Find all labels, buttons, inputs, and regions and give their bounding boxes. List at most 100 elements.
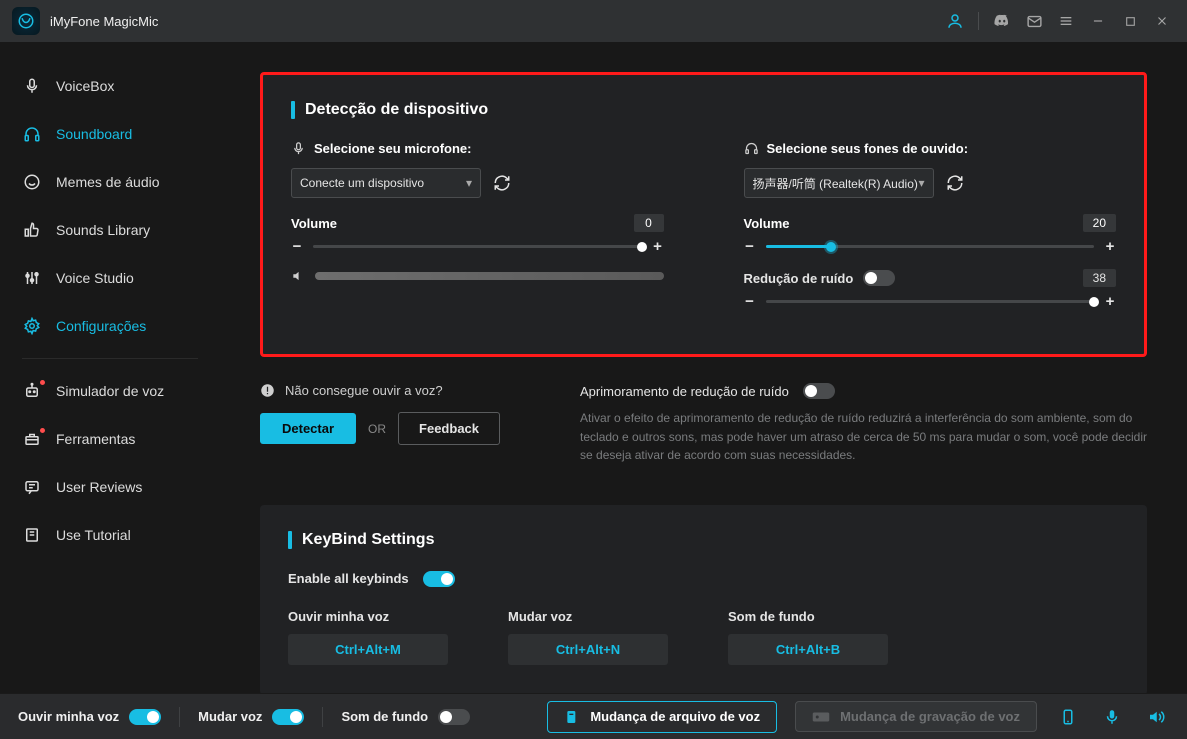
sidebar-label: Simulador de voz: [56, 383, 164, 399]
noise-increase[interactable]: +: [1104, 293, 1116, 310]
mic-select[interactable]: Conecte um dispositivo ▾: [291, 168, 481, 198]
hp-refresh-button[interactable]: [944, 172, 966, 194]
footer-hear-switch[interactable]: [129, 709, 161, 725]
file-voice-change-label: Mudança de arquivo de voz: [590, 709, 760, 724]
mail-icon[interactable]: [1021, 8, 1047, 34]
file-icon: [564, 709, 580, 725]
keybind-enable-label: Enable all keybinds: [288, 571, 409, 586]
sidebar-label: Soundboard: [56, 126, 132, 142]
enhance-header: Aprimoramento de redução de ruído: [580, 383, 1147, 399]
sidebar-item-simulator[interactable]: Simulador de voz: [0, 367, 220, 415]
maximize-icon[interactable]: [1117, 8, 1143, 34]
level-bar: [315, 272, 664, 280]
gear-icon: [22, 316, 42, 336]
keybind-key[interactable]: Ctrl+Alt+M: [288, 634, 448, 665]
hp-volume-slider[interactable]: [766, 245, 1095, 248]
file-voice-change-button[interactable]: Mudança de arquivo de voz: [547, 701, 777, 733]
record-voice-change-button[interactable]: Mudança de gravação de voz: [795, 701, 1037, 732]
sidebar-item-tutorial[interactable]: Use Tutorial: [0, 511, 220, 559]
thumbs-up-icon: [22, 220, 42, 240]
sidebar-label: Sounds Library: [56, 222, 150, 238]
hp-select[interactable]: 扬声器/听筒 (Realtek(R) Audio) ▾: [744, 168, 934, 198]
chevron-down-icon: ▾: [466, 176, 472, 190]
footer-sep: [322, 707, 323, 727]
hp-volume-increase[interactable]: +: [1104, 238, 1116, 255]
hp-volume-value: 20: [1083, 214, 1116, 232]
account-icon[interactable]: [942, 8, 968, 34]
footer-mic-icon[interactable]: [1099, 708, 1125, 726]
keybind-enable-toggle[interactable]: [423, 571, 455, 587]
enhance-label: Aprimoramento de redução de ruído: [580, 384, 789, 399]
footer-sep: [179, 707, 180, 727]
app-logo: [12, 7, 40, 35]
alert-icon: [260, 383, 275, 398]
headphones-small-icon: [744, 141, 759, 156]
keybind-title: KeyBind Settings: [288, 531, 1119, 549]
hp-volume-decrease[interactable]: −: [744, 238, 756, 255]
sidebar-item-settings[interactable]: Configurações: [0, 302, 220, 350]
hp-select-value: 扬声器/听筒 (Realtek(R) Audio): [753, 175, 918, 192]
sidebar-item-studio[interactable]: Voice Studio: [0, 254, 220, 302]
footer-bg-switch[interactable]: [438, 709, 470, 725]
hp-field-label: Selecione seus fones de ouvido:: [744, 141, 1117, 156]
feedback-button[interactable]: Feedback: [398, 412, 500, 445]
speaker-icon: [291, 269, 305, 283]
footer-volume-icon[interactable]: [1143, 708, 1169, 726]
noise-reduction-toggle[interactable]: [863, 270, 895, 286]
close-icon[interactable]: [1149, 8, 1175, 34]
sidebar-item-soundboard[interactable]: Soundboard: [0, 110, 220, 158]
noise-decrease[interactable]: −: [744, 293, 756, 310]
app-title: iMyFone MagicMic: [50, 14, 158, 29]
keybind-item-change: Mudar voz Ctrl+Alt+N: [508, 609, 688, 665]
mic-icon: [22, 76, 42, 96]
sidebar-label: User Reviews: [56, 479, 142, 495]
mic-level-meter: [291, 269, 664, 283]
footer-bar: Ouvir minha voz Mudar voz Som de fundo M…: [0, 693, 1187, 739]
headphones-icon: [22, 124, 42, 144]
enhance-toggle[interactable]: [803, 383, 835, 399]
chevron-down-icon: ▾: [918, 176, 924, 190]
or-label: OR: [368, 422, 386, 436]
content-area: Detecção de dispositivo Selecione seu mi…: [220, 42, 1187, 693]
mic-refresh-button[interactable]: [491, 172, 513, 194]
noise-slider[interactable]: [766, 300, 1095, 303]
keybind-key[interactable]: Ctrl+Alt+B: [728, 634, 888, 665]
keybind-label: Mudar voz: [508, 609, 688, 624]
mic-volume-value: 0: [634, 214, 664, 232]
sidebar-label: Use Tutorial: [56, 527, 131, 543]
mic-volume-decrease[interactable]: −: [291, 238, 303, 255]
keybind-item-hear: Ouvir minha voz Ctrl+Alt+M: [288, 609, 468, 665]
footer-phone-icon[interactable]: [1055, 708, 1081, 726]
device-section-title: Detecção de dispositivo: [291, 101, 1116, 119]
footer-change-switch[interactable]: [272, 709, 304, 725]
mic-volume-slider[interactable]: [313, 245, 642, 248]
sliders-icon: [22, 268, 42, 288]
footer-bg-label: Som de fundo: [341, 709, 428, 724]
mic-volume-increase[interactable]: +: [652, 238, 664, 255]
chat-icon: [22, 477, 42, 497]
footer-bg-toggle: Som de fundo: [341, 709, 470, 725]
sidebar-separator: [22, 358, 198, 359]
sidebar-label: Voice Studio: [56, 270, 134, 286]
discord-icon[interactable]: [989, 8, 1015, 34]
footer-hear-label: Ouvir minha voz: [18, 709, 119, 724]
footer-change-label: Mudar voz: [198, 709, 262, 724]
sidebar-item-reviews[interactable]: User Reviews: [0, 463, 220, 511]
mic-field-label: Selecione seu microfone:: [291, 141, 664, 156]
sidebar-label: VoiceBox: [56, 78, 114, 94]
keybind-label: Ouvir minha voz: [288, 609, 468, 624]
menu-icon[interactable]: [1053, 8, 1079, 34]
sidebar-item-voicebox[interactable]: VoiceBox: [0, 62, 220, 110]
minimize-icon[interactable]: [1085, 8, 1111, 34]
sidebar-item-tools[interactable]: Ferramentas: [0, 415, 220, 463]
sidebar-item-library[interactable]: Sounds Library: [0, 206, 220, 254]
record-icon: [812, 710, 830, 724]
help-question-text: Não consegue ouvir a voz?: [285, 383, 443, 398]
mic-small-icon: [291, 141, 306, 156]
device-detection-card: Detecção de dispositivo Selecione seu mi…: [260, 72, 1147, 357]
keybind-key[interactable]: Ctrl+Alt+N: [508, 634, 668, 665]
detect-button[interactable]: Detectar: [260, 413, 356, 444]
keybind-card: KeyBind Settings Enable all keybinds Ouv…: [260, 505, 1147, 693]
record-voice-change-label: Mudança de gravação de voz: [840, 709, 1020, 724]
sidebar-item-memes[interactable]: Memes de áudio: [0, 158, 220, 206]
